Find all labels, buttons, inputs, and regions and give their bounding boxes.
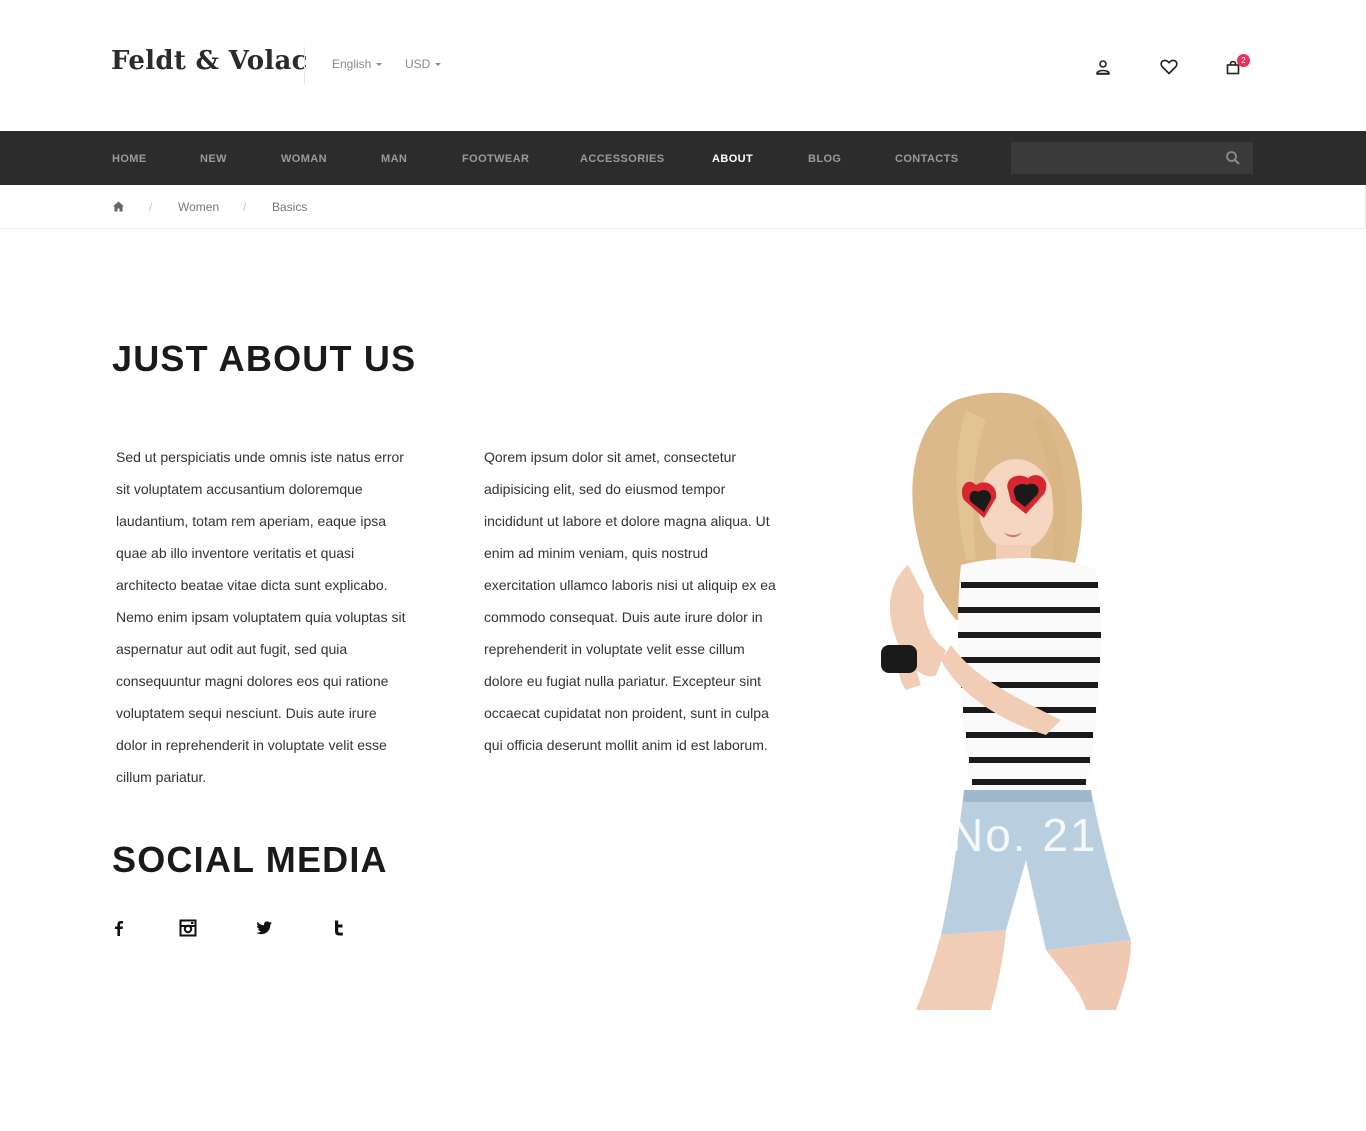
about-paragraph-2: Qorem ipsum dolor sit amet, consectetur … [484, 449, 776, 753]
caret-down-icon [376, 63, 383, 66]
breadcrumb-item-basics[interactable]: Basics [272, 200, 307, 214]
search-input[interactable] [1011, 142, 1211, 174]
search-icon[interactable] [1225, 150, 1241, 166]
nav-item-contacts[interactable]: CONTACTS [895, 153, 959, 165]
currency-selector[interactable]: USD [405, 57, 442, 71]
caret-down-icon [435, 63, 442, 66]
currency-value: USD [405, 57, 431, 71]
user-icon[interactable] [1092, 56, 1114, 78]
nav-item-blog[interactable]: BLOG [808, 153, 841, 165]
tumblr-icon[interactable] [330, 919, 348, 937]
breadcrumb-separator: / [243, 200, 247, 214]
social-media-title: SOCIAL MEDIA [112, 839, 388, 880]
breadcrumb-separator: / [149, 200, 153, 214]
nav-item-new[interactable]: NEW [200, 153, 227, 165]
language-selector[interactable]: English [332, 57, 383, 71]
nav-item-accessories[interactable]: ACCESSORIES [580, 153, 664, 165]
about-title: JUST ABOUT US [112, 338, 417, 379]
breadcrumb-item-women[interactable]: Women [178, 200, 219, 214]
about-paragraph-1: Sed ut perspiciatis unde omnis iste natu… [116, 449, 406, 785]
instagram-icon[interactable] [179, 919, 197, 937]
model-photo [846, 390, 1146, 1010]
nav-item-footwear[interactable]: FOOTWEAR [462, 153, 529, 165]
brand-logo[interactable]: Feldt & Volac [111, 46, 308, 76]
top-header: Feldt & Volac English USD 2 [0, 0, 1366, 131]
logo-divider [304, 47, 305, 84]
heart-icon[interactable] [1158, 56, 1180, 78]
breadcrumb: / Women / Basics [0, 185, 1366, 229]
nav-item-about[interactable]: ABOUT [712, 153, 753, 165]
nav-item-man[interactable]: MAN [381, 153, 407, 165]
language-value: English [332, 57, 372, 71]
search-box [1011, 142, 1253, 174]
main-navigation: HOME NEW WOMAN MAN FOOTWEAR ACCESSORIES … [0, 131, 1366, 185]
facebook-icon[interactable] [110, 919, 128, 937]
image-caption: No. 21 [950, 809, 1098, 861]
cart-count-badge: 2 [1237, 54, 1250, 67]
nav-item-woman[interactable]: WOMAN [281, 153, 327, 165]
twitter-icon[interactable] [255, 919, 273, 937]
nav-item-home[interactable]: HOME [112, 153, 147, 165]
home-icon[interactable] [112, 200, 125, 213]
